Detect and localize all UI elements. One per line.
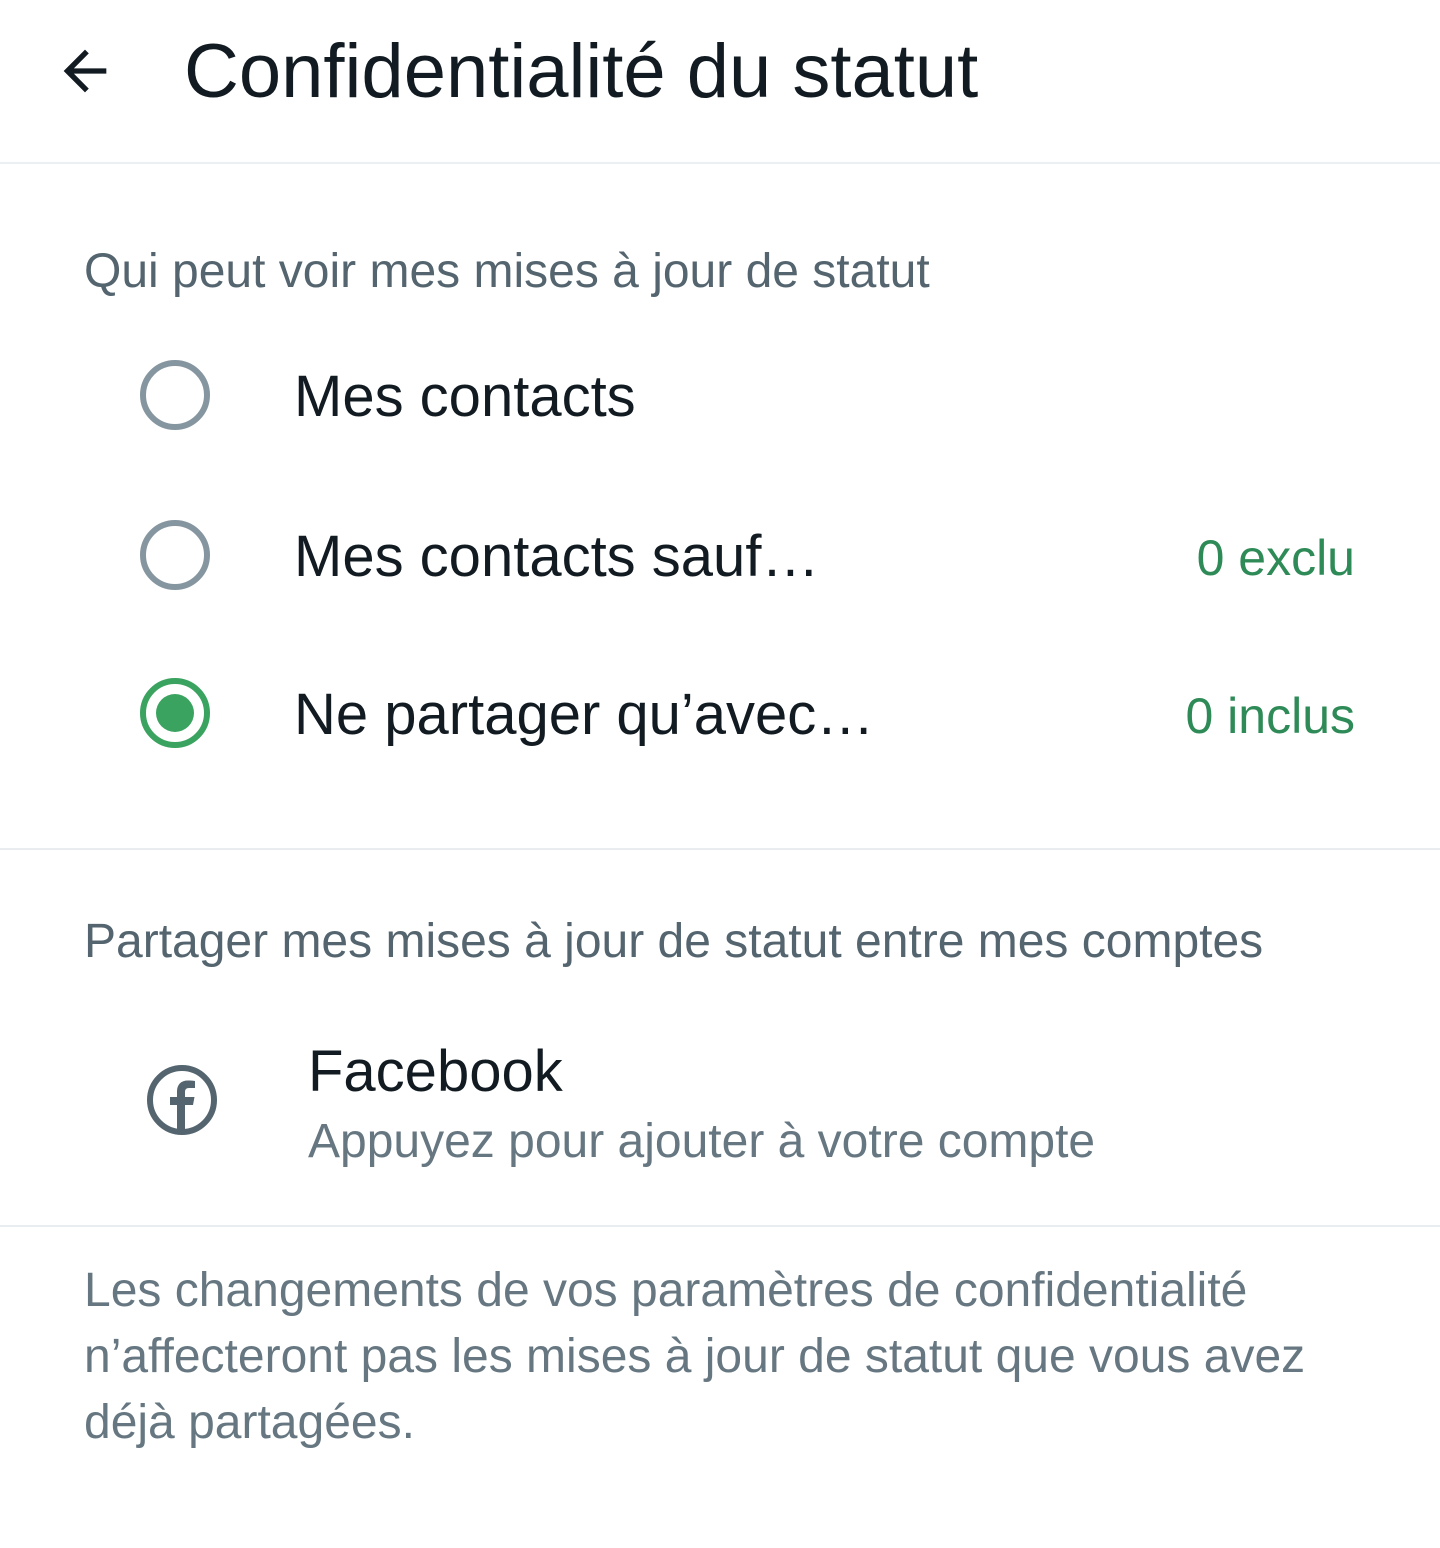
excluded-count: 0 exclu: [1196, 530, 1355, 586]
option-my-contacts-except[interactable]: Mes contacts sauf… 0 exclu: [0, 480, 1440, 630]
option-label: Mes contacts: [294, 364, 636, 429]
page-title: Confidentialité du statut: [184, 29, 979, 114]
option-only-share-with[interactable]: Ne partager qu’avec… 0 inclus: [0, 638, 1440, 788]
visibility-section-header: Qui peut voir mes mises à jour de statut: [84, 245, 930, 298]
section-divider: [0, 848, 1440, 850]
option-my-contacts[interactable]: Mes contacts: [0, 320, 1440, 470]
radio-my-contacts[interactable]: [140, 360, 210, 430]
app-bar: Confidentialité du statut: [0, 0, 1440, 164]
radio-my-contacts-except[interactable]: [140, 520, 210, 590]
arrow-left-icon: [63, 49, 107, 93]
facebook-title: Facebook: [308, 1039, 563, 1104]
facebook-subtitle: Appuyez pour ajouter à votre compte: [308, 1115, 1096, 1168]
radio-only-share-with[interactable]: [140, 678, 210, 748]
privacy-footer-note: Les changements de vos paramètres de con…: [84, 1264, 1306, 1449]
option-label: Mes contacts sauf…: [294, 524, 820, 589]
section-divider: [0, 1225, 1440, 1227]
included-count: 0 inclus: [1185, 688, 1355, 744]
back-button[interactable]: [40, 26, 130, 116]
share-section-header: Partager mes mises à jour de statut entr…: [84, 915, 1264, 968]
facebook-account-row[interactable]: Facebook Appuyez pour ajouter à votre co…: [0, 1020, 1440, 1190]
option-label: Ne partager qu’avec…: [294, 682, 875, 747]
facebook-icon: [147, 1065, 217, 1135]
